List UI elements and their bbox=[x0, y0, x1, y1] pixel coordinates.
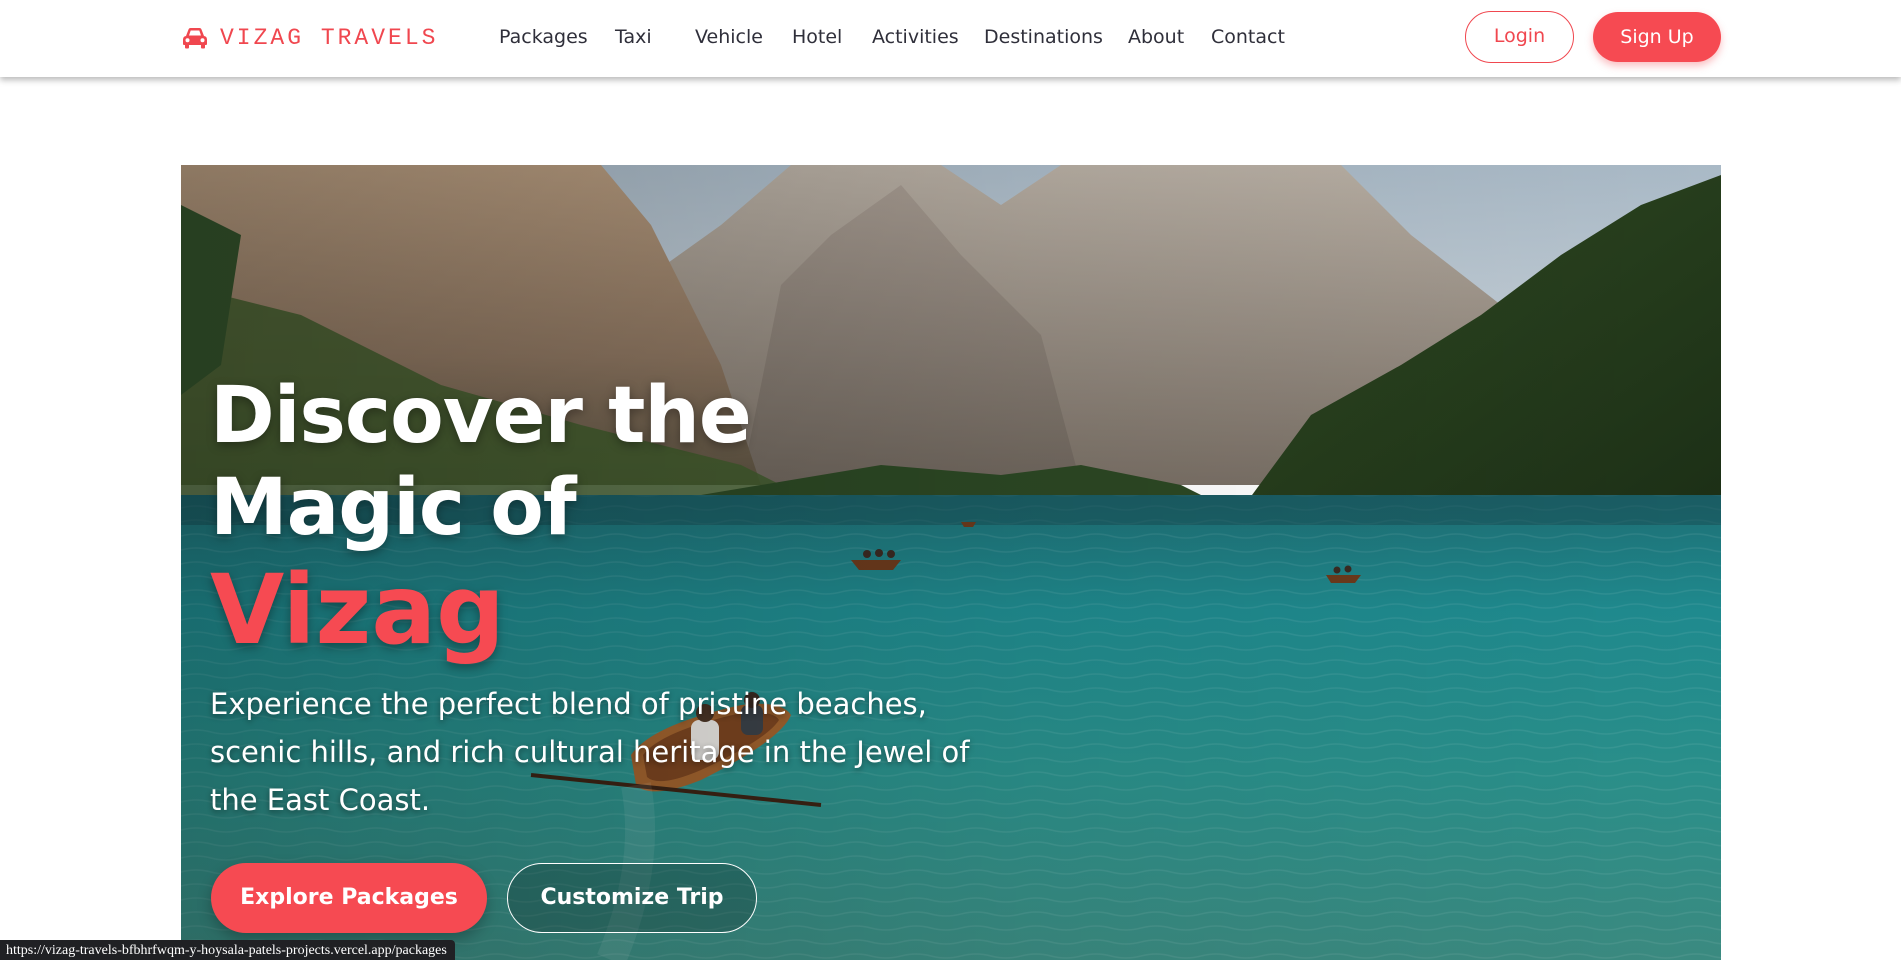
login-button[interactable]: Login bbox=[1465, 11, 1574, 63]
nav-link-contact[interactable]: Contact bbox=[1211, 22, 1285, 52]
link-preview-status: https://vizag-travels-bfbhrfwqm-y-hoysal… bbox=[0, 940, 455, 960]
hero-section: Discover the Magic of Vizag Experience t… bbox=[181, 165, 1721, 960]
nav-link-about[interactable]: About bbox=[1128, 22, 1184, 52]
hero-title: Discover the Magic of bbox=[210, 371, 752, 553]
top-navbar: VIZAG TRAVELS Packages Taxi Vehicle Hote… bbox=[0, 0, 1901, 77]
nav-link-packages[interactable]: Packages bbox=[499, 22, 588, 52]
signup-button[interactable]: Sign Up bbox=[1593, 12, 1721, 62]
customize-trip-button[interactable]: Customize Trip bbox=[507, 863, 757, 933]
car-icon bbox=[183, 28, 207, 49]
explore-packages-button[interactable]: Explore Packages bbox=[211, 863, 487, 933]
brand-logo[interactable]: VIZAG TRAVELS bbox=[182, 22, 438, 54]
nav-link-destinations[interactable]: Destinations bbox=[984, 22, 1103, 52]
brand-name: VIZAG TRAVELS bbox=[220, 25, 439, 51]
nav-link-taxi[interactable]: Taxi bbox=[615, 22, 652, 52]
hero-subtitle: Experience the perfect blend of pristine… bbox=[210, 687, 970, 817]
nav-link-vehicle[interactable]: Vehicle bbox=[695, 22, 763, 52]
nav-link-hotel[interactable]: Hotel bbox=[792, 22, 842, 52]
hero-highlight: Vizag bbox=[210, 554, 505, 666]
nav-link-activities[interactable]: Activities bbox=[872, 22, 959, 52]
